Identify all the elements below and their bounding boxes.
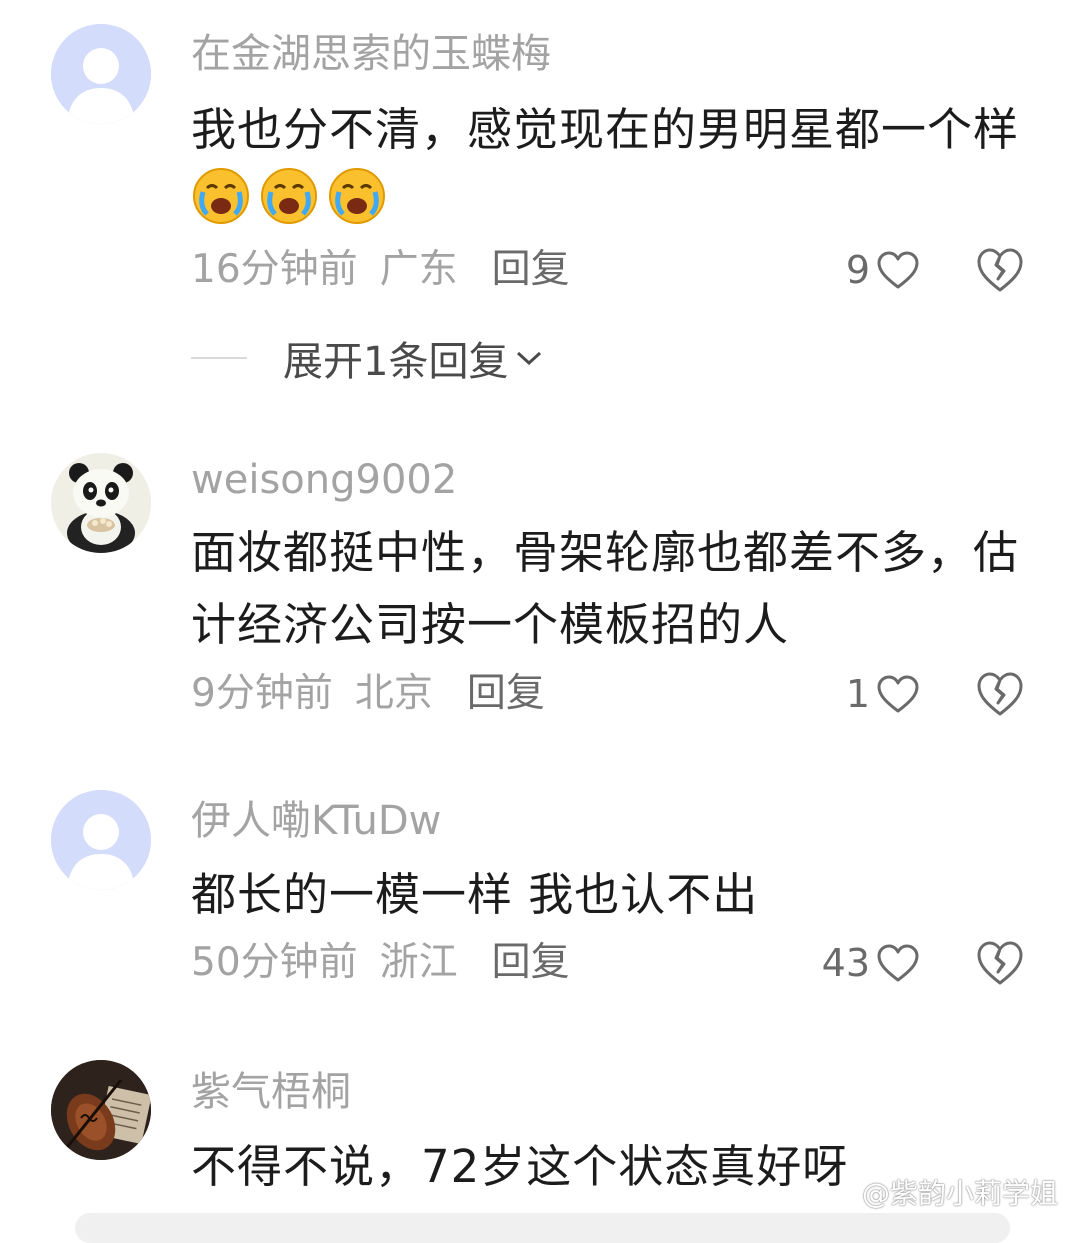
avatar[interactable]	[51, 24, 151, 124]
like-count: 43	[821, 941, 870, 985]
comment-input-bar[interactable]	[75, 1213, 1010, 1243]
avatar[interactable]	[51, 1060, 151, 1160]
comment-username[interactable]: 伊人嘞KTuDw	[191, 797, 441, 845]
reply-button[interactable]: 回复	[492, 937, 570, 989]
comment-time: 9分钟前	[191, 671, 333, 716]
comment-text: 都长的一模一样 我也认不出	[191, 868, 759, 921]
comment-location: 北京	[354, 671, 433, 716]
comment-time: 16分钟前	[191, 247, 358, 292]
reply-button[interactable]: 回复	[467, 668, 545, 720]
broken-heart-icon[interactable]	[975, 245, 1025, 295]
like-button[interactable]: 9	[846, 244, 920, 296]
violin-avatar-icon	[51, 1060, 151, 1160]
like-count: 1	[845, 672, 870, 716]
expand-replies-button[interactable]: 展开1条回复	[191, 332, 544, 385]
crying-face-emoji-icon	[261, 168, 317, 224]
comment-location: 浙江	[379, 940, 458, 985]
chevron-down-icon	[517, 351, 542, 366]
crying-face-emoji-icon	[193, 168, 249, 224]
comment-text: 我也分不清，感觉现在的男明星都一个样	[191, 94, 1021, 239]
like-button[interactable]: 43	[822, 937, 920, 989]
comment-text-content: 我也分不清，感觉现在的男明星都一个样	[191, 103, 1020, 156]
default-avatar-icon	[51, 790, 151, 890]
comment-meta: 50分钟前 浙江 回复	[191, 937, 570, 989]
comment-text: 面妆都挺中性，骨架轮廓也都差不多，估计经济公司按一个模板招的人	[191, 526, 1020, 651]
comment-username[interactable]: weisong9002	[191, 456, 457, 504]
avatar[interactable]	[51, 453, 151, 553]
divider	[191, 357, 247, 359]
crying-face-emoji-icon	[329, 168, 385, 224]
watermark: @紫韵小莉学姐	[861, 1177, 1058, 1210]
like-count: 9	[845, 248, 870, 292]
comment-time: 50分钟前	[191, 940, 358, 985]
expand-replies-label: 展开1条回复	[283, 339, 509, 385]
reply-button[interactable]: 回复	[492, 244, 570, 296]
comment-username[interactable]: 紫气梧桐	[191, 1068, 351, 1116]
comment-meta: 9分钟前 北京 回复	[191, 668, 545, 720]
panda-avatar-icon	[51, 453, 151, 553]
like-button[interactable]: 1	[846, 668, 920, 720]
heart-icon	[877, 944, 919, 982]
default-avatar-icon	[51, 24, 151, 124]
comment-username[interactable]: 在金湖思索的玉蝶梅	[191, 30, 551, 78]
broken-heart-icon[interactable]	[975, 938, 1025, 988]
heart-icon	[877, 675, 919, 713]
comment-meta: 16分钟前 广东 回复	[191, 244, 570, 296]
broken-heart-icon[interactable]	[975, 669, 1025, 719]
comment-location: 广东	[379, 247, 458, 292]
avatar[interactable]	[51, 790, 151, 890]
heart-icon	[877, 251, 919, 289]
